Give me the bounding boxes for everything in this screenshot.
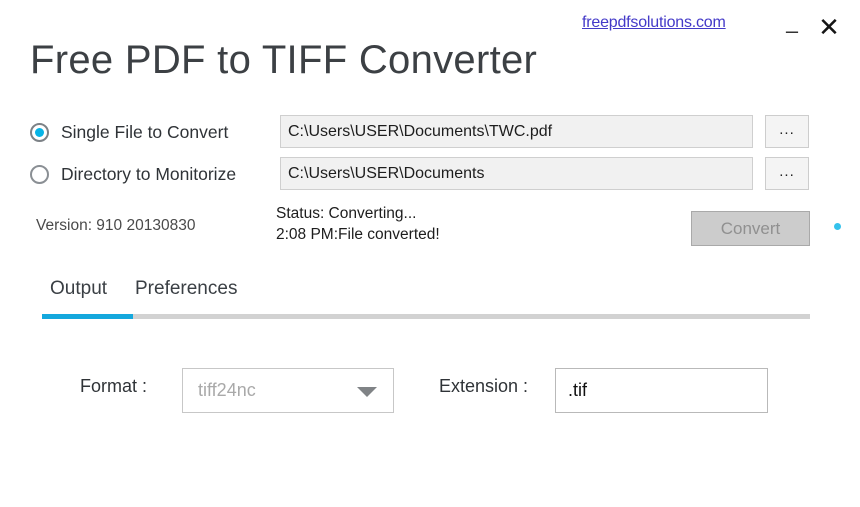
radio-directory-label: Directory to Monitorize — [61, 163, 237, 184]
website-link[interactable]: freepdfsolutions.com — [582, 14, 726, 32]
chevron-down-icon — [357, 387, 377, 397]
tab-underline-track — [42, 314, 810, 319]
single-file-path-input[interactable]: C:\Users\USER\Documents\TWC.pdf — [280, 115, 753, 148]
format-selected-value: tiff24nc — [198, 380, 256, 400]
tab-preferences[interactable]: Preferences — [135, 278, 237, 300]
tab-active-indicator — [42, 314, 133, 319]
radio-directory-indicator[interactable] — [30, 164, 49, 184]
browse-directory-button[interactable]: ... — [765, 157, 809, 190]
radio-single-file-to-convert[interactable]: Single File to Convert — [30, 115, 228, 149]
page-title: Free PDF to TIFF Converter — [30, 38, 538, 82]
convert-button[interactable]: Convert — [691, 211, 810, 246]
minimize-icon: – — [785, 18, 799, 43]
tab-output[interactable]: Output — [50, 278, 107, 300]
title-bar: freepdfsolutions.com – ✕ Free PDF to TIF… — [0, 0, 860, 100]
format-label: Format : — [80, 376, 148, 396]
status-line-file-converted: 2:08 PM:File converted! — [276, 226, 440, 243]
extension-input[interactable]: .tif — [555, 368, 768, 413]
status-block: Status: Converting... 2:08 PM:File conve… — [276, 203, 440, 245]
extension-label: Extension : — [439, 376, 529, 396]
version-label: Version: 910 20130830 — [36, 217, 196, 234]
directory-path-input[interactable]: C:\Users\USER\Documents — [280, 157, 753, 190]
browse-single-file-button[interactable]: ... — [765, 115, 809, 148]
close-button[interactable]: ✕ — [814, 11, 844, 43]
radio-single-file-indicator[interactable] — [30, 122, 49, 142]
busy-indicator-dot — [834, 223, 841, 230]
format-select[interactable]: tiff24nc — [182, 368, 394, 413]
radio-directory-to-monitorize[interactable]: Directory to Monitorize — [30, 157, 236, 191]
minimize-button[interactable]: – — [779, 12, 805, 43]
status-line-converting: Status: Converting... — [276, 205, 417, 222]
radio-single-file-label: Single File to Convert — [61, 121, 229, 142]
